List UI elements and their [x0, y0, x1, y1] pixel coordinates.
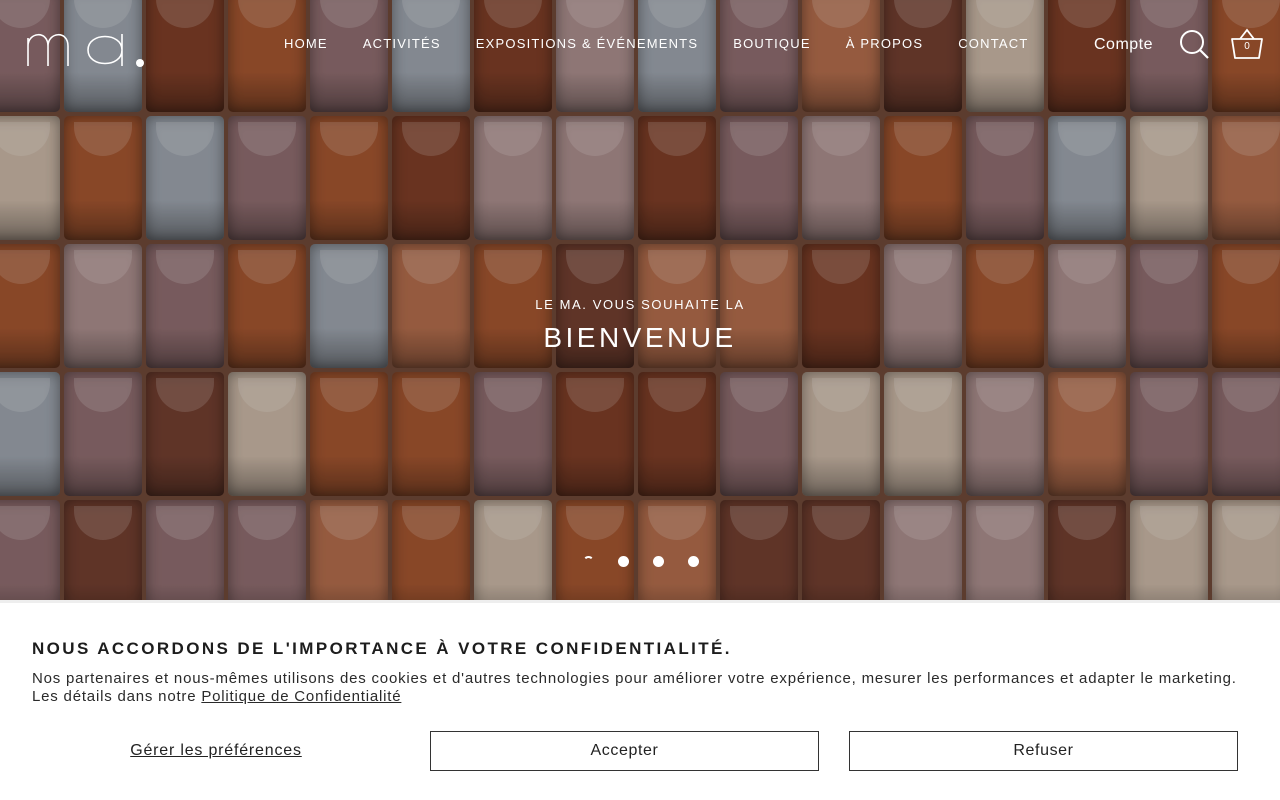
cookie-banner-title: NOUS ACCORDONS DE L'IMPORTANCE À VOTRE C…: [32, 639, 732, 658]
manage-preferences-link[interactable]: Gérer les préférences: [32, 731, 400, 771]
account-link[interactable]: Compte: [1094, 36, 1153, 54]
privacy-policy-link[interactable]: Politique de Confidentialité: [201, 688, 401, 705]
cookie-banner: NOUS ACCORDONS DE L'IMPORTANCE À VOTRE C…: [0, 600, 1280, 800]
nav-item-boutique[interactable]: BOUTIQUE: [733, 36, 811, 51]
cookie-banner-text: Nos partenaires et nous-mêmes utilisons …: [32, 670, 1248, 706]
cart-count-badge: 0: [1244, 41, 1250, 52]
slider-dot-1[interactable]: [583, 556, 594, 567]
slider-dots: [583, 556, 723, 567]
hero-title: BIENVENUE: [543, 322, 737, 353]
slider-dot-3[interactable]: [653, 556, 664, 567]
slider-dot-2[interactable]: [618, 556, 629, 567]
hero-banner: HOME ACTIVITÉS EXPOSITIONS & ÉVÉNEMENTS …: [0, 0, 1280, 600]
nav-item-expositions[interactable]: EXPOSITIONS & ÉVÉNEMENTS: [476, 36, 698, 51]
site-header: HOME ACTIVITÉS EXPOSITIONS & ÉVÉNEMENTS …: [0, 0, 1280, 90]
brand-logo[interactable]: [26, 22, 148, 68]
search-icon[interactable]: [1178, 28, 1210, 60]
nav-item-activites[interactable]: ACTIVITÉS: [363, 36, 441, 51]
nav-item-a-propos[interactable]: À PROPOS: [846, 36, 924, 51]
hero-kicker: LE MA. VOUS SOUHAITE LA: [535, 297, 745, 312]
refuse-button[interactable]: Refuser: [849, 731, 1238, 771]
nav-item-contact[interactable]: CONTACT: [958, 36, 1028, 51]
main-nav: HOME ACTIVITÉS EXPOSITIONS & ÉVÉNEMENTS …: [284, 36, 1063, 51]
slider-dot-4[interactable]: [688, 556, 699, 567]
accept-button[interactable]: Accepter: [430, 731, 819, 771]
nav-item-home[interactable]: HOME: [284, 36, 328, 51]
